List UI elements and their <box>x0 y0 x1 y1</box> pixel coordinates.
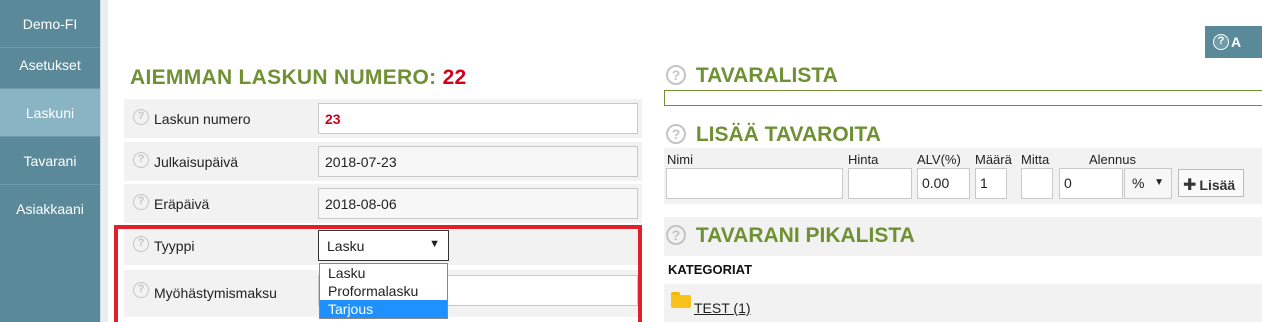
unit-column-label: Mitta <box>1021 152 1050 167</box>
type-row: ? Tyyppi Lasku ▼ <box>124 226 642 266</box>
publish-date-label: Julkaisupäivä <box>154 154 239 170</box>
vat-input[interactable]: 0.00 <box>917 168 970 199</box>
add-product-button-label: Lisää <box>1199 177 1236 193</box>
quick-list-title-text: TAVARANI PIKALISTA <box>695 224 915 247</box>
price-column-label: Hinta <box>848 152 879 167</box>
help-icon: ? <box>1213 34 1229 50</box>
price-input[interactable] <box>848 168 912 199</box>
help-icon[interactable]: ? <box>666 65 686 85</box>
help-button-label: A <box>1231 34 1242 50</box>
categories-label: KATEGORIAT <box>668 262 753 277</box>
vat-column-label: ALV(%) <box>917 152 961 167</box>
discount-unit-value: % <box>1132 175 1145 191</box>
help-icon[interactable]: ? <box>133 109 149 125</box>
invoice-number-input[interactable]: 23 <box>318 103 638 134</box>
sidebar-item-tavarani[interactable]: Tavarani <box>0 137 100 185</box>
help-icon[interactable]: ? <box>133 194 149 210</box>
add-products-title-text: LISÄÄ TAVAROITA <box>695 123 881 146</box>
help-button[interactable]: ? A <box>1205 26 1262 58</box>
invoice-number-label: Laskun numero <box>154 111 251 127</box>
quantity-column-label: Määrä <box>975 152 1012 167</box>
previous-invoice-number: 22 <box>442 66 467 89</box>
type-option-lasku[interactable]: Lasku <box>320 264 447 282</box>
help-icon[interactable]: ? <box>133 152 149 168</box>
plus-icon: ✚ <box>1183 177 1197 194</box>
discount-input[interactable]: 0 <box>1059 168 1123 199</box>
add-products-panel: Nimi Hinta ALV(%) Määrä Mitta Alennus 0.… <box>664 148 1262 204</box>
invoice-number-row: ? Laskun numero 23 <box>124 99 642 139</box>
add-products-title: ? LISÄÄ TAVAROITA <box>666 123 881 147</box>
quantity-input[interactable]: 1 <box>975 168 1007 199</box>
help-icon[interactable]: ? <box>133 282 149 298</box>
previous-invoice-label: AIEMMAN LASKUN NUMERO: <box>130 66 437 89</box>
product-list-title-text: TAVARALISTA <box>695 64 838 87</box>
due-date-input[interactable]: 2018-08-06 <box>318 188 638 219</box>
due-date-label: Eräpäivä <box>154 196 210 212</box>
add-product-button[interactable]: ✚ Lisää <box>1178 169 1244 197</box>
unit-input[interactable] <box>1021 168 1053 199</box>
product-list-table <box>664 90 1262 106</box>
late-fee-label: Myöhästymismaksu <box>154 285 277 301</box>
type-dropdown-list: Lasku Proformalasku Tarjous <box>319 263 448 319</box>
discount-column-label: Alennus <box>1089 152 1136 167</box>
quick-list-title: ? TAVARANI PIKALISTA <box>666 224 915 248</box>
help-icon[interactable]: ? <box>666 225 686 245</box>
sidebar: Demo-FI Asetukset Laskuni Tavarani Asiak… <box>0 0 100 322</box>
discount-unit-select[interactable]: % ▼ <box>1124 168 1172 199</box>
sidebar-edge <box>100 0 108 322</box>
type-option-tarjous[interactable]: Tarjous <box>320 300 447 318</box>
sidebar-item-asetukset[interactable]: Asetukset <box>0 41 100 89</box>
sidebar-item-asiakkaani[interactable]: Asiakkaani <box>0 185 100 233</box>
help-icon[interactable]: ? <box>133 236 149 252</box>
dropdown-arrow-icon: ▼ <box>429 238 440 250</box>
product-name-input[interactable] <box>666 168 843 199</box>
type-option-proformalasku[interactable]: Proformalasku <box>320 282 447 300</box>
type-select-value: Lasku <box>327 238 365 254</box>
help-icon[interactable]: ? <box>666 124 686 144</box>
name-column-label: Nimi <box>667 152 693 167</box>
type-select[interactable]: Lasku ▼ <box>318 230 449 261</box>
due-date-row: ? Eräpäivä 2018-08-06 <box>124 184 642 224</box>
sidebar-item-laskuni[interactable]: Laskuni <box>0 89 100 137</box>
previous-invoice-title: AIEMMAN LASKUN NUMERO: 22 <box>130 66 467 90</box>
publish-date-row: ? Julkaisupäivä 2018-07-23 <box>124 142 642 182</box>
category-link-test[interactable]: TEST (1) <box>694 300 751 316</box>
product-list-title: ? TAVARALISTA <box>666 64 838 88</box>
folder-icon <box>671 292 691 308</box>
publish-date-input[interactable]: 2018-07-23 <box>318 146 638 177</box>
type-label: Tyyppi <box>154 238 195 254</box>
dropdown-arrow-icon: ▼ <box>1154 177 1164 188</box>
categories-header <box>664 256 1262 284</box>
